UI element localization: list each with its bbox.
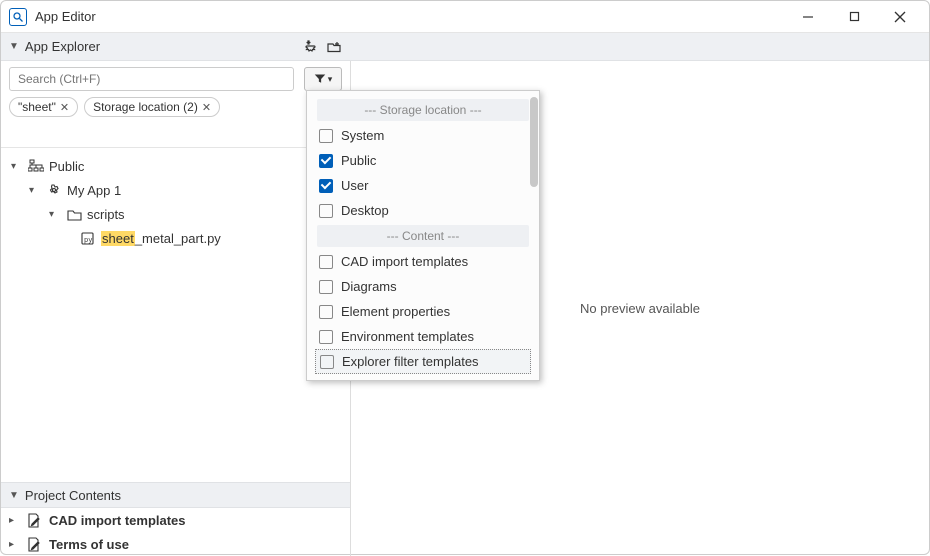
filter-item-system[interactable]: System: [311, 123, 535, 148]
filter-item-label: Desktop: [341, 203, 389, 218]
filter-item-cad-import-templates[interactable]: CAD import templates: [311, 249, 535, 274]
filter-dropdown: --- Storage location --- System Public U…: [306, 90, 540, 381]
filter-button[interactable]: ▾: [304, 67, 342, 91]
filter-item-label: Element properties: [341, 304, 450, 319]
tree-node-file[interactable]: py sheet_metal_part.py: [1, 226, 350, 250]
tree-node-folder[interactable]: ▾ scripts: [1, 202, 350, 226]
filter-section-content: --- Content ---: [317, 225, 529, 247]
filter-chips: "sheet" ✕ Storage location (2) ✕: [1, 97, 350, 123]
tree-label: Public: [49, 159, 84, 174]
filter-item-label: Explorer filter templates: [342, 354, 479, 369]
checkbox[interactable]: [319, 204, 333, 218]
add-app-icon[interactable]: [301, 38, 319, 56]
checkbox[interactable]: [319, 330, 333, 344]
caret-down-icon: ▼: [9, 490, 19, 501]
project-contents-header[interactable]: ▼ Project Contents: [1, 482, 350, 508]
content-cad-import-templates[interactable]: ▸ CAD import templates: [1, 508, 350, 532]
caret-down-icon: ▾: [29, 185, 41, 196]
filter-item-label: Environment templates: [341, 329, 474, 344]
checkbox-checked[interactable]: [319, 154, 333, 168]
python-file-icon: py: [79, 231, 97, 246]
checkbox[interactable]: [319, 129, 333, 143]
minimize-button[interactable]: [787, 3, 829, 31]
window-controls: [787, 3, 921, 31]
filter-item-user[interactable]: User: [311, 173, 535, 198]
subheader: ▼ App Explorer: [1, 33, 929, 61]
content-label: Terms of use: [49, 537, 129, 552]
preview-empty-text: No preview available: [580, 301, 700, 316]
filter-item-public[interactable]: Public: [311, 148, 535, 173]
chevron-down-icon: ▾: [328, 74, 333, 85]
window-title: App Editor: [35, 9, 787, 24]
chip-close-icon[interactable]: ✕: [60, 101, 69, 114]
filter-item-label: System: [341, 128, 384, 143]
document-edit-icon: [25, 513, 43, 528]
content-label: CAD import templates: [49, 513, 186, 528]
tree-area: ▾ Public ▾ My App 1: [1, 147, 350, 482]
checkbox[interactable]: [319, 255, 333, 269]
filter-section-storage: --- Storage location ---: [317, 99, 529, 121]
search-input[interactable]: [9, 67, 294, 91]
filter-item-environment-templates[interactable]: Environment templates: [311, 324, 535, 349]
checkbox[interactable]: [320, 355, 334, 369]
chip-label: Storage location (2): [93, 100, 198, 114]
filter-item-element-properties[interactable]: Element properties: [311, 299, 535, 324]
folder-icon: [65, 208, 83, 221]
tree-label: My App 1: [67, 183, 121, 198]
checkbox[interactable]: [319, 305, 333, 319]
close-button[interactable]: [879, 3, 921, 31]
filter-chip-storage-location[interactable]: Storage location (2) ✕: [84, 97, 220, 117]
filter-item-label: User: [341, 178, 368, 193]
document-edit-icon: [25, 537, 43, 552]
section-label: Project Contents: [25, 488, 121, 503]
filter-item-label: CAD import templates: [341, 254, 468, 269]
search-highlight: sheet: [101, 231, 135, 246]
maximize-button[interactable]: [833, 3, 875, 31]
filter-item-explorer-filter-templates[interactable]: Explorer filter templates: [315, 349, 531, 374]
filter-chip-sheet[interactable]: "sheet" ✕: [9, 97, 78, 117]
filter-item-diagrams[interactable]: Diagrams: [311, 274, 535, 299]
checkbox-checked[interactable]: [319, 179, 333, 193]
deselect-row[interactable]: ✕ De: [1, 123, 350, 147]
app-explorer-expander[interactable]: ▼: [9, 41, 19, 52]
add-folder-icon[interactable]: [325, 38, 343, 56]
tree-label: scripts: [87, 207, 125, 222]
tree-node-public[interactable]: ▾ Public: [1, 154, 350, 178]
filter-item-label: Public: [341, 153, 376, 168]
app-icon: [9, 8, 27, 26]
caret-down-icon: ▾: [49, 209, 61, 220]
scrollbar-thumb[interactable]: [530, 97, 538, 187]
app-explorer-label: App Explorer: [25, 39, 301, 54]
caret-down-icon: ▾: [11, 161, 23, 172]
tree-file-name: sheet_metal_part.py: [101, 231, 221, 246]
checkbox[interactable]: [319, 280, 333, 294]
filter-item-label: Diagrams: [341, 279, 397, 294]
app-icon: [45, 183, 63, 198]
search-row: ▾: [1, 61, 350, 97]
tree-node-app[interactable]: ▾ My App 1: [1, 178, 350, 202]
svg-text:py: py: [84, 237, 92, 245]
titlebar: App Editor: [1, 1, 929, 33]
chip-close-icon[interactable]: ✕: [202, 101, 211, 114]
caret-right-icon: ▸: [9, 539, 19, 550]
left-panel: ▾ "sheet" ✕ Storage location (2) ✕ ✕ De …: [1, 61, 351, 556]
filter-item-desktop[interactable]: Desktop: [311, 198, 535, 223]
content-terms-of-use[interactable]: ▸ Terms of use: [1, 532, 350, 556]
public-icon: [27, 159, 45, 173]
caret-right-icon: ▸: [9, 515, 19, 526]
chip-label: "sheet": [18, 100, 56, 114]
